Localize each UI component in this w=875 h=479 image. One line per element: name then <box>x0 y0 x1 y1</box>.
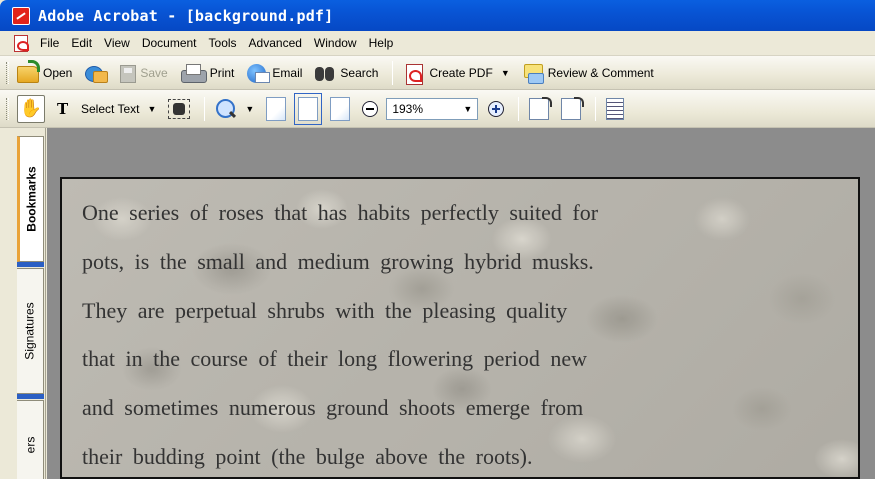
zoom-select[interactable]: 193% ▼ <box>386 97 479 120</box>
review-label: Review & Comment <box>547 65 654 80</box>
menu-edit[interactable]: Edit <box>65 36 98 50</box>
open-icon <box>17 60 40 83</box>
select-text-icon: T <box>57 99 69 118</box>
page-icon <box>266 96 287 121</box>
select-text-button[interactable]: T Select Text ▼ <box>53 96 160 122</box>
zoom-value: 193% <box>392 101 424 116</box>
chevron-down-icon[interactable]: ▼ <box>245 104 254 114</box>
navigation-panel: Bookmarks Signatures ers <box>0 128 46 479</box>
hand-tool-button[interactable]: ✋ <box>13 94 49 123</box>
save-icon <box>120 64 137 83</box>
list-icon <box>606 97 625 120</box>
zoom-in-icon <box>488 100 505 117</box>
pdf-page[interactable]: One series of roses that has habits perf… <box>60 177 860 479</box>
chevron-down-icon[interactable]: ▼ <box>501 68 510 78</box>
email-button[interactable]: Email <box>242 60 306 86</box>
zoom-out-button[interactable] <box>358 96 382 122</box>
zoom-out-icon <box>362 100 379 117</box>
toolbar-separator <box>595 96 597 121</box>
print-label: Print <box>209 65 235 80</box>
hand-icon: ✋ <box>17 94 45 123</box>
tools-toolbar: ✋ T Select Text ▼ ▼ 193% ▼ <box>0 90 875 128</box>
select-text-label: Select Text <box>81 101 140 116</box>
menu-bar: File Edit View Document Tools Advanced W… <box>0 31 875 56</box>
menu-tools[interactable]: Tools <box>203 36 243 50</box>
toolbar-separator <box>204 96 206 121</box>
page-text: One series of roses that has habits perf… <box>82 189 842 479</box>
page-icon <box>294 92 323 125</box>
toolbar-grip[interactable] <box>6 97 9 120</box>
search-icon <box>314 62 336 84</box>
zoom-in-button[interactable]: ▼ <box>211 96 258 122</box>
tab-signatures[interactable]: Signatures <box>17 268 44 394</box>
create-pdf-label: Create PDF <box>429 65 493 80</box>
text-line: One series of roses that has habits perf… <box>82 200 599 225</box>
snapshot-button[interactable] <box>164 96 194 122</box>
rotate-icon <box>561 96 585 120</box>
rotate-icon <box>529 96 553 120</box>
tab-bookmarks-label: Bookmarks <box>24 166 39 232</box>
open-label: Open <box>43 65 73 80</box>
rotate-clockwise-button[interactable] <box>525 96 553 122</box>
title-bar[interactable]: Adobe Acrobat - [background.pdf] <box>0 0 875 31</box>
menu-file[interactable]: File <box>34 36 65 50</box>
text-line: and sometimes numerous ground shoots eme… <box>82 395 584 421</box>
fit-width-button[interactable] <box>326 96 354 122</box>
actual-size-button[interactable] <box>262 96 290 122</box>
fit-page-button[interactable] <box>294 92 323 125</box>
open-button[interactable]: Open <box>13 60 76 86</box>
text-line: their budding point (the bulge above the… <box>82 443 533 469</box>
toolbar-separator <box>518 96 520 121</box>
document-view[interactable]: One series of roses that has habits perf… <box>47 128 875 479</box>
tab-signatures-label: Signatures <box>23 302 37 360</box>
acrobat-icon <box>12 6 30 25</box>
text-line: They are perpetual shrubs with the pleas… <box>82 297 568 323</box>
email-label: Email <box>272 65 303 80</box>
text-line: pots, is the small and medium growing hy… <box>82 248 594 274</box>
organizer-icon <box>84 62 109 84</box>
print-button[interactable]: Print <box>176 60 239 86</box>
menu-view[interactable]: View <box>98 36 136 50</box>
zoom-in-plus-button[interactable] <box>484 96 508 122</box>
toolbar-separator <box>392 60 394 85</box>
zoom-in-icon <box>215 98 237 120</box>
toolbar-grip[interactable] <box>6 61 9 84</box>
menu-document[interactable]: Document <box>136 36 203 50</box>
file-toolbar: Open Save Print Email Search Create PDF … <box>0 56 875 90</box>
print-icon <box>180 62 207 84</box>
tab-bookmarks[interactable]: Bookmarks <box>17 136 44 262</box>
list-button[interactable] <box>602 96 628 122</box>
search-button[interactable]: Search <box>310 60 382 86</box>
snapshot-icon <box>168 98 191 119</box>
create-pdf-button[interactable]: Create PDF ▼ <box>399 60 513 86</box>
menu-advanced[interactable]: Advanced <box>243 36 308 50</box>
review-icon <box>522 62 544 84</box>
rotate-counter-button[interactable] <box>557 96 585 122</box>
tab-layers[interactable]: ers <box>17 400 44 479</box>
email-icon <box>246 62 271 84</box>
chevron-down-icon[interactable]: ▼ <box>463 104 472 114</box>
page-icon <box>330 96 351 121</box>
save-label: Save <box>140 65 168 80</box>
pdf-icon[interactable] <box>14 34 29 52</box>
organizer-button[interactable] <box>80 60 112 86</box>
search-label: Search <box>340 65 379 80</box>
window-title: Adobe Acrobat - [background.pdf] <box>38 6 334 25</box>
create-pdf-icon <box>403 62 425 85</box>
tab-divider <box>17 262 44 267</box>
save-button[interactable]: Save <box>116 60 171 86</box>
chevron-down-icon[interactable]: ▼ <box>147 104 156 114</box>
menu-window[interactable]: Window <box>308 36 363 50</box>
tab-layers-label: ers <box>22 436 37 454</box>
acrobat-window: Adobe Acrobat - [background.pdf] File Ed… <box>0 0 875 479</box>
menu-help[interactable]: Help <box>363 36 400 50</box>
text-line: that in the course of their long floweri… <box>82 346 588 372</box>
review-comment-button[interactable]: Review & Comment <box>518 60 658 86</box>
tab-divider <box>17 394 44 399</box>
